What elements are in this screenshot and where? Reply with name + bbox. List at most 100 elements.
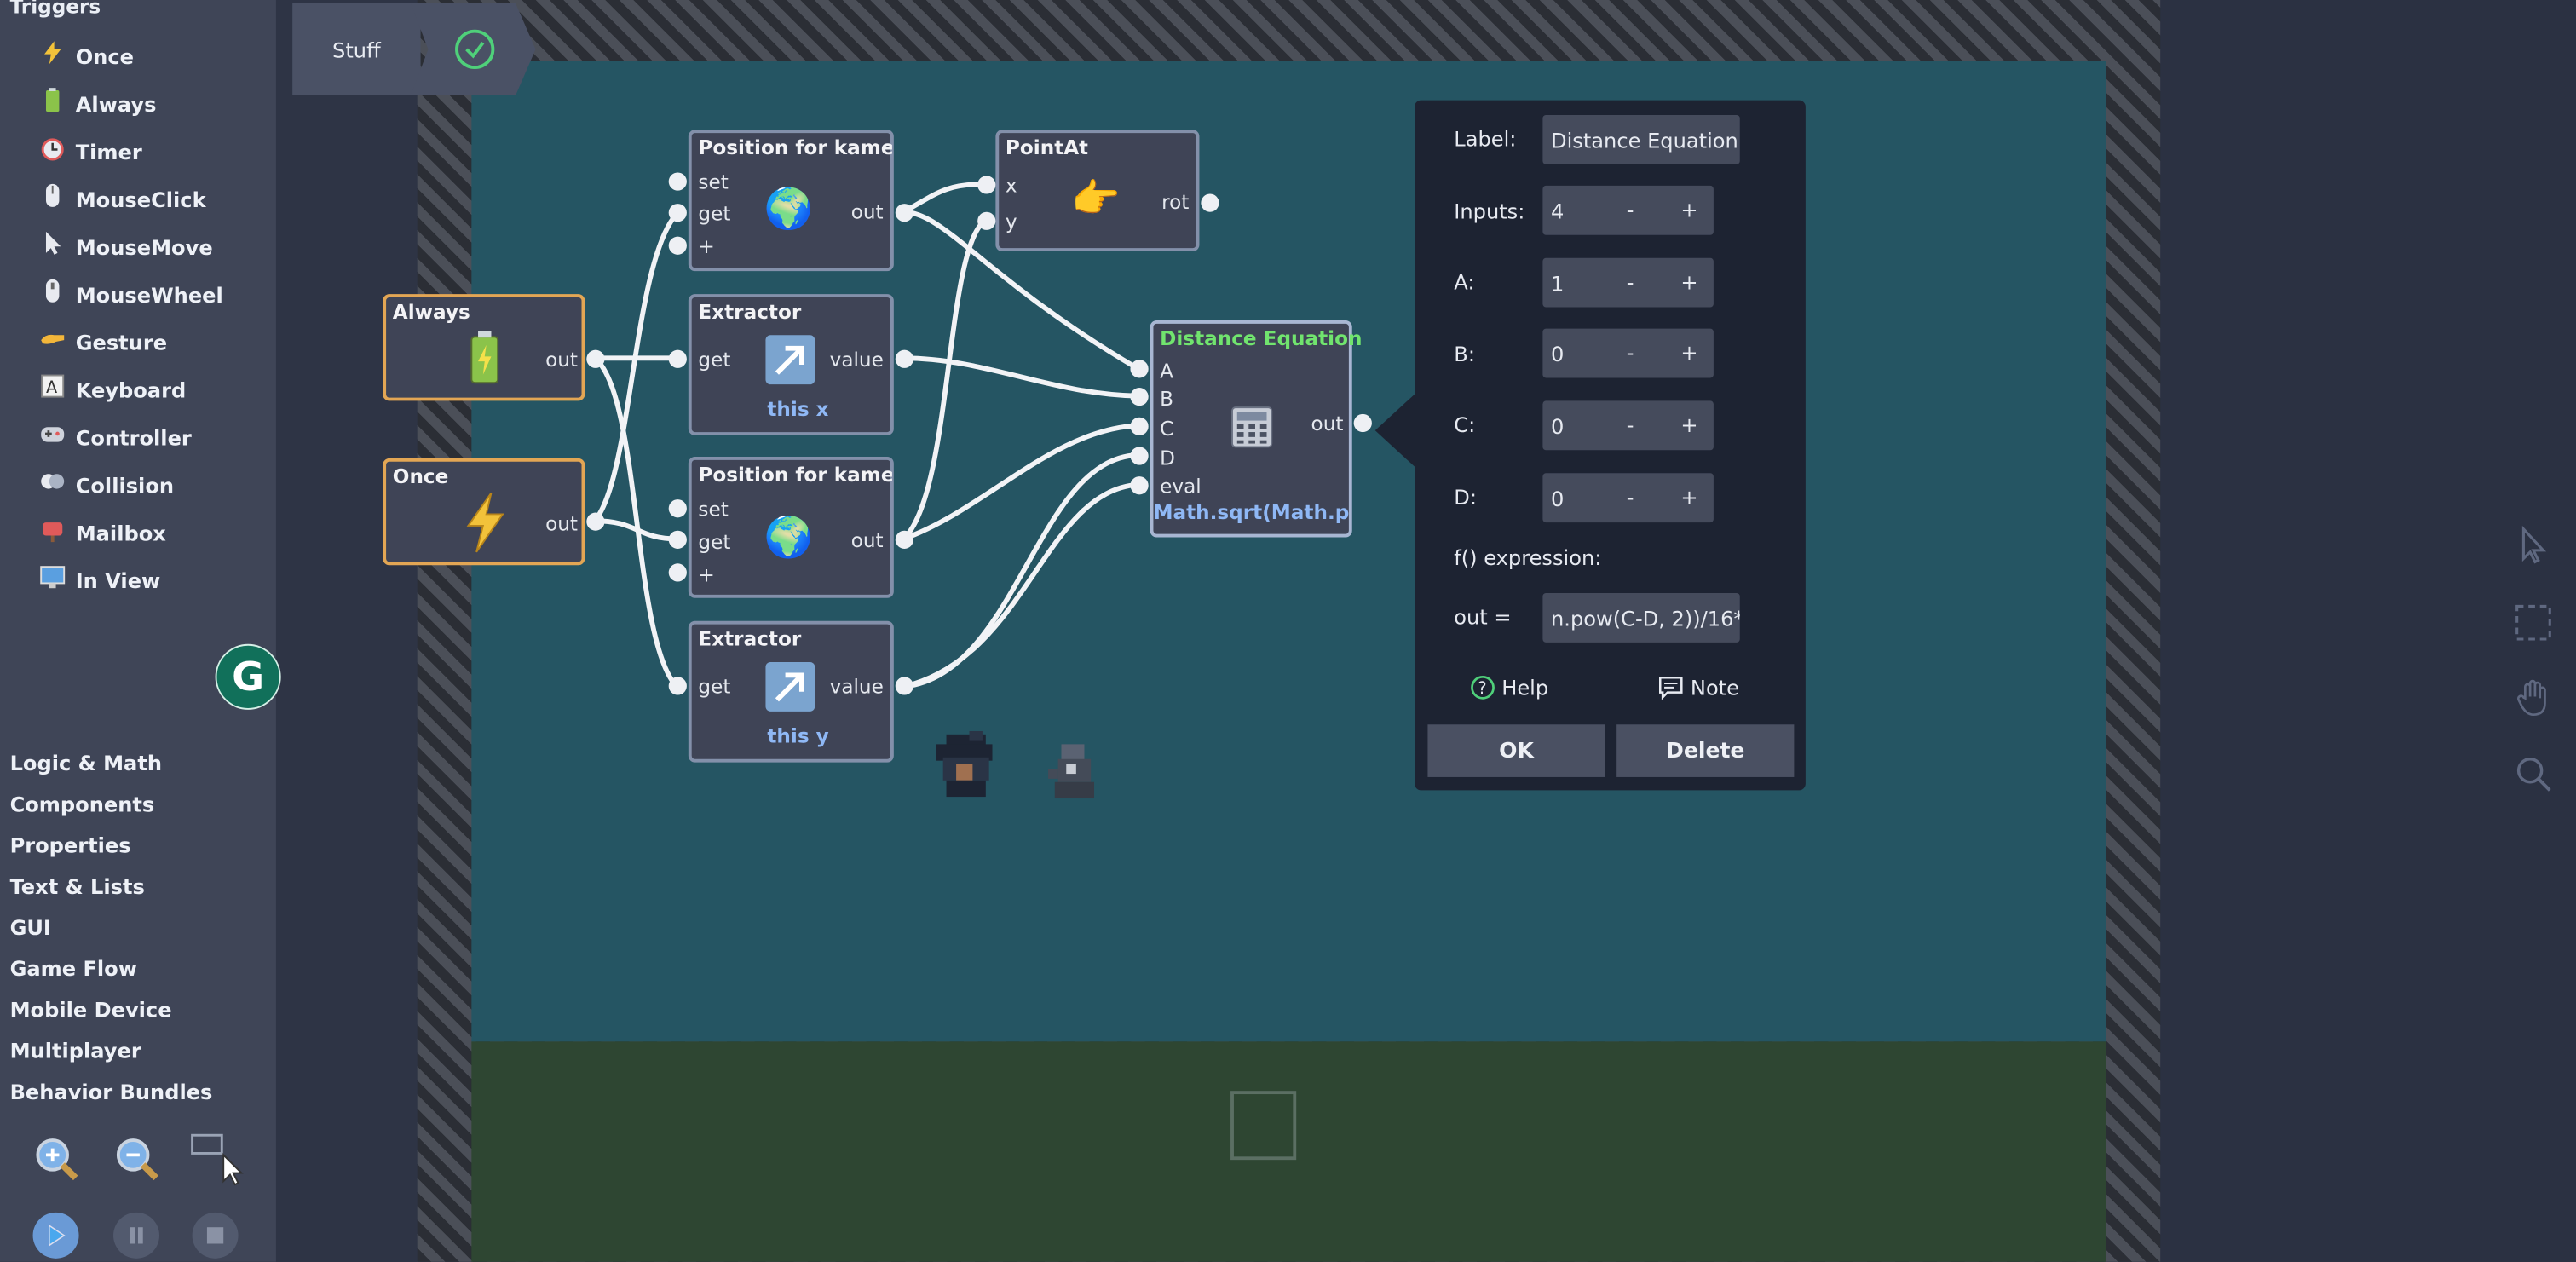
node-distance-equation[interactable]: Distance Equation A B C D eval out Math.… bbox=[1150, 320, 1362, 538]
d-caption: D: bbox=[1454, 484, 1477, 510]
node-title: Once bbox=[392, 464, 449, 488]
port-pos1-set[interactable] bbox=[668, 172, 687, 191]
node-title: Position for kamehameha bbox=[698, 136, 892, 160]
node-title: Extractor bbox=[698, 300, 802, 324]
port-pos2-out[interactable] bbox=[895, 530, 913, 549]
increment-button[interactable]: + bbox=[1680, 197, 1697, 222]
globe-icon: 🌍 bbox=[764, 185, 814, 232]
port-always-out[interactable] bbox=[586, 349, 605, 368]
port-distance-c[interactable] bbox=[1130, 417, 1149, 435]
port-plus-label: + bbox=[698, 563, 715, 587]
svg-text:?: ? bbox=[1478, 678, 1486, 698]
port-set-label: set bbox=[698, 498, 729, 522]
increment-button[interactable]: + bbox=[1680, 340, 1697, 365]
out-caption: out = bbox=[1454, 604, 1512, 630]
inputs-value[interactable]: 4 bbox=[1551, 199, 1564, 223]
popup-pointer bbox=[1374, 394, 1415, 467]
decrement-button[interactable]: - bbox=[1627, 269, 1634, 294]
node-title: Distance Equation bbox=[1160, 326, 1363, 350]
port-y-label: y bbox=[1005, 210, 1017, 233]
help-button[interactable]: ? Help bbox=[1471, 675, 1548, 700]
port-eval-label: eval bbox=[1160, 475, 1202, 498]
node-pointat[interactable]: PointAt x y 👉 rot bbox=[995, 130, 1200, 251]
port-get-label: get bbox=[698, 348, 731, 372]
decrement-button[interactable]: - bbox=[1627, 340, 1634, 365]
port-distance-b[interactable] bbox=[1130, 388, 1149, 406]
globe-icon: 🌍 bbox=[764, 514, 814, 561]
port-c-label: C bbox=[1160, 417, 1174, 441]
c-value[interactable]: 0 bbox=[1551, 414, 1564, 439]
b-stepper[interactable]: 0 - + bbox=[1542, 328, 1714, 378]
b-caption: B: bbox=[1454, 342, 1475, 366]
increment-button[interactable]: + bbox=[1680, 485, 1697, 510]
port-get-label: get bbox=[698, 675, 731, 699]
port-a-label: A bbox=[1160, 360, 1174, 383]
port-out-label: out bbox=[850, 528, 884, 552]
node-always[interactable]: Always out bbox=[383, 294, 585, 401]
wire-layer bbox=[592, 182, 1140, 689]
port-value-label: value bbox=[829, 348, 884, 372]
d-stepper[interactable]: 0 - + bbox=[1542, 473, 1714, 523]
port-get-label: get bbox=[698, 202, 731, 226]
port-pos1-plus[interactable] bbox=[668, 236, 687, 255]
port-pos2-set[interactable] bbox=[668, 499, 687, 518]
decrement-button[interactable]: - bbox=[1627, 485, 1634, 510]
calculator-icon bbox=[1229, 404, 1275, 457]
note-button[interactable]: Note bbox=[1657, 675, 1739, 700]
node-extractor-y[interactable]: Extractor get value this y bbox=[688, 620, 894, 763]
inputs-caption: Inputs: bbox=[1454, 199, 1525, 224]
c-caption: C: bbox=[1454, 412, 1476, 437]
pointing-hand-icon: 👉 bbox=[1071, 176, 1121, 222]
port-distance-out[interactable] bbox=[1353, 413, 1372, 433]
port-distance-d[interactable] bbox=[1130, 447, 1149, 465]
node-title: Always bbox=[392, 300, 470, 324]
extractor-subtitle: this y bbox=[767, 724, 829, 748]
a-caption: A: bbox=[1454, 269, 1475, 295]
port-pos2-get[interactable] bbox=[668, 530, 687, 549]
port-pointat-rot[interactable] bbox=[1201, 193, 1219, 212]
port-extractor-y-get[interactable] bbox=[668, 677, 687, 695]
port-x-label: x bbox=[1005, 174, 1017, 198]
port-rot-label: rot bbox=[1161, 190, 1190, 214]
d-value[interactable]: 0 bbox=[1551, 487, 1564, 511]
increment-button[interactable]: + bbox=[1680, 269, 1697, 294]
export-arrow-icon bbox=[764, 660, 817, 719]
ok-button[interactable]: OK bbox=[1427, 724, 1605, 777]
decrement-button[interactable]: - bbox=[1627, 412, 1634, 437]
port-pointat-y[interactable] bbox=[977, 211, 996, 230]
decrement-button[interactable]: - bbox=[1627, 197, 1634, 222]
node-position-1[interactable]: Position for kamehameha set get + 🌍 out bbox=[688, 130, 894, 272]
port-pos1-out[interactable] bbox=[895, 204, 913, 222]
port-extractor-x-get[interactable] bbox=[668, 349, 687, 368]
expression-caption: f() expression: bbox=[1454, 545, 1602, 571]
node-position-2[interactable]: Position for kamehameha set get + 🌍 out bbox=[688, 456, 894, 598]
port-once-out[interactable] bbox=[586, 512, 605, 531]
port-distance-a[interactable] bbox=[1130, 360, 1149, 378]
c-stepper[interactable]: 0 - + bbox=[1542, 400, 1714, 451]
a-stepper[interactable]: 1 - + bbox=[1542, 257, 1714, 308]
extractor-subtitle: this x bbox=[767, 397, 829, 421]
node-title: Position for kamehameha bbox=[698, 463, 892, 487]
port-distance-eval[interactable] bbox=[1130, 476, 1149, 495]
port-b-label: B bbox=[1160, 388, 1174, 411]
lightning-icon bbox=[462, 491, 508, 560]
export-arrow-icon bbox=[764, 333, 817, 392]
port-pos2-plus[interactable] bbox=[668, 563, 687, 582]
port-pos1-get[interactable] bbox=[668, 204, 687, 222]
expression-input[interactable]: n.pow(C-D, 2))/16*100 bbox=[1542, 593, 1740, 643]
node-once[interactable]: Once out bbox=[383, 458, 585, 566]
port-set-label: set bbox=[698, 170, 729, 194]
help-icon: ? bbox=[1471, 675, 1495, 700]
port-extractor-x-value[interactable] bbox=[895, 349, 913, 368]
a-value[interactable]: 1 bbox=[1551, 271, 1564, 296]
port-extractor-y-value[interactable] bbox=[895, 677, 913, 695]
label-input[interactable]: Distance Equation bbox=[1542, 114, 1740, 164]
node-extractor-x[interactable]: Extractor get value this x bbox=[688, 294, 894, 435]
node-title: PointAt bbox=[1005, 136, 1089, 160]
b-value[interactable]: 0 bbox=[1551, 342, 1564, 366]
port-pointat-x[interactable] bbox=[977, 176, 996, 194]
increment-button[interactable]: + bbox=[1680, 412, 1697, 437]
inputs-stepper[interactable]: 4 - + bbox=[1542, 185, 1714, 235]
port-out-label: out bbox=[545, 348, 578, 372]
delete-button[interactable]: Delete bbox=[1616, 724, 1795, 777]
